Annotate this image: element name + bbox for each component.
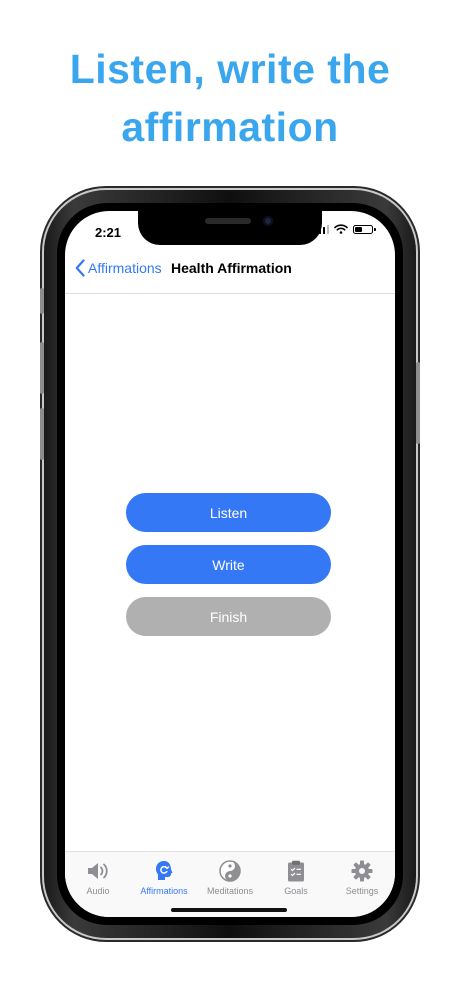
volume-down-button xyxy=(40,408,44,460)
tab-goals-label: Goals xyxy=(284,886,308,896)
tab-settings-label: Settings xyxy=(345,886,379,896)
listen-button-label: Listen xyxy=(209,504,248,521)
phone-screen: 2:21 Affirmations Health Affirmation Lis… xyxy=(65,211,395,917)
status-icons xyxy=(314,224,376,234)
chevron-left-icon xyxy=(75,259,85,277)
wifi-icon xyxy=(334,224,348,234)
tab-audio[interactable]: Audio xyxy=(65,860,131,896)
phone-bezel: 2:21 Affirmations Health Affirmation Lis… xyxy=(57,203,403,925)
tab-goals[interactable]: Goals xyxy=(263,860,329,896)
headline-line-2: affirmation xyxy=(121,104,339,150)
listen-button[interactable]: Listen xyxy=(126,493,331,532)
notch xyxy=(138,211,322,245)
gear-icon xyxy=(351,860,373,882)
home-indicator[interactable] xyxy=(171,908,287,912)
tab-meditations-label: Meditations xyxy=(206,886,254,896)
write-button-label: Write xyxy=(212,556,245,573)
navigation-bar: Affirmations Health Affirmation xyxy=(65,247,395,294)
back-button[interactable]: Affirmations xyxy=(75,259,162,277)
tab-affirmations[interactable]: Affirmations xyxy=(131,860,197,896)
cellular-signal-icon xyxy=(314,224,329,234)
affirmations-icon xyxy=(156,861,173,880)
nav-title: Health Affirmation xyxy=(171,260,292,276)
phone-frame: 2:21 Affirmations Health Affirmation Lis… xyxy=(40,190,420,938)
finish-button-label: Finish xyxy=(209,608,248,625)
status-time: 2:21 xyxy=(95,225,122,240)
silent-switch xyxy=(40,288,44,314)
back-button-label: Affirmations xyxy=(88,260,162,276)
tab-audio-label: Audio xyxy=(86,886,110,896)
headline: Listen, write the affirmation xyxy=(0,40,460,156)
yin-yang-icon xyxy=(219,860,241,882)
speaker-icon xyxy=(88,863,108,879)
clipboard-icon xyxy=(288,860,304,882)
headline-line-1: Listen, write the xyxy=(69,46,391,92)
finish-button[interactable]: Finish xyxy=(126,597,331,636)
tab-settings[interactable]: Settings xyxy=(329,860,395,896)
tab-meditations[interactable]: Meditations xyxy=(197,860,263,896)
volume-up-button xyxy=(40,342,44,394)
earpiece-speaker xyxy=(205,218,251,224)
power-button xyxy=(416,362,420,444)
tab-affirmations-label: Affirmations xyxy=(140,886,188,896)
battery-icon xyxy=(353,224,376,234)
front-camera xyxy=(263,216,273,226)
write-button[interactable]: Write xyxy=(126,545,331,584)
